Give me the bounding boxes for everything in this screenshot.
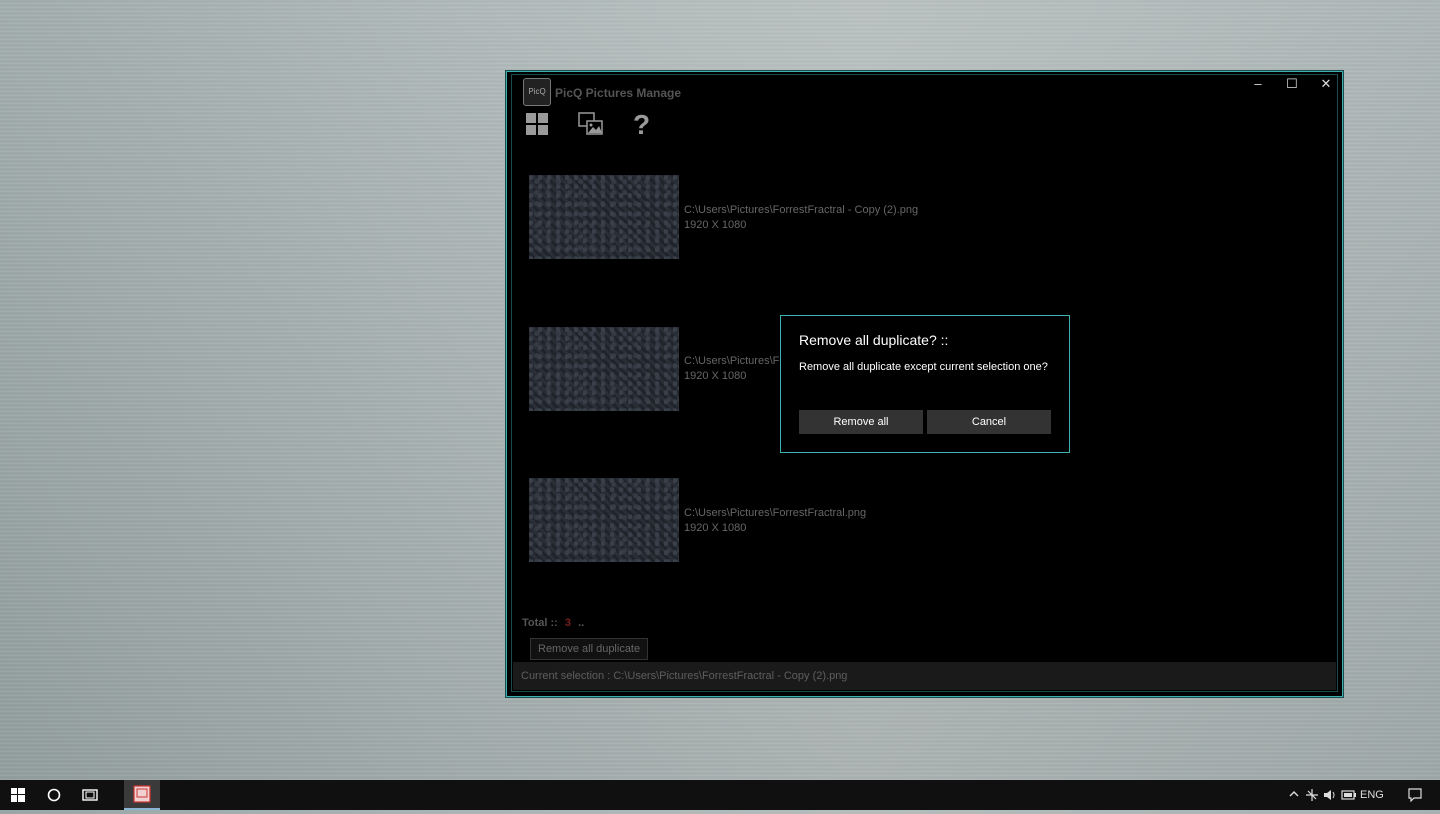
dialog-title: Remove all duplicate? ::	[799, 332, 949, 348]
taskbar-app-picq[interactable]	[124, 780, 160, 810]
total-label: Total ::	[522, 617, 558, 629]
item-path: C:\Users\Pictures\ForrestFractral - Copy…	[684, 204, 919, 216]
search-icon[interactable]	[36, 780, 72, 810]
total-count: Total :: 3 ..	[522, 617, 584, 629]
confirm-dialog: Remove all duplicate? :: Remove all dupl…	[780, 315, 1070, 453]
list-item[interactable]: C:\Users\Pictures\ForrestFractral.png 19…	[684, 506, 866, 536]
maximize-button[interactable]: ☐	[1275, 74, 1309, 94]
dialog-message: Remove all duplicate except current sele…	[799, 361, 1048, 373]
item-path: C:\Users\Pictures\ForrestFractral.png	[684, 507, 867, 519]
item-size: 1920 X 1080	[684, 370, 747, 382]
help-icon[interactable]: ?	[633, 111, 659, 139]
start-button[interactable]	[0, 780, 36, 810]
cancel-button[interactable]: Cancel	[927, 410, 1051, 434]
item-size: 1920 X 1080	[684, 522, 747, 534]
remove-all-duplicate-button[interactable]: Remove all duplicate	[530, 638, 649, 660]
total-value: 3	[564, 617, 572, 629]
task-view-icon[interactable]	[72, 780, 108, 810]
thumbnail-image[interactable]	[529, 478, 679, 562]
minimize-button[interactable]: –	[1241, 74, 1275, 94]
app-title: PicQ Pictures Manage	[555, 86, 682, 100]
grid-icon[interactable]	[525, 112, 551, 138]
list-item[interactable]: C:\Users\Pictures\ForrestFractral - Copy…	[684, 203, 918, 233]
total-suffix: ..	[578, 617, 585, 629]
list-item[interactable]: C:\Users\Pictures\Fo 1920 X 1080	[684, 354, 785, 384]
app-logo-icon: PicQ	[523, 78, 551, 106]
thumbnail-image[interactable]	[529, 175, 679, 259]
item-size: 1920 X 1080	[684, 219, 747, 231]
status-bar: Current selection : C:\Users\Pictures\Fo…	[513, 662, 1336, 690]
language-indicator[interactable]: ENG	[1360, 780, 1384, 810]
pictures-compare-icon[interactable]	[578, 112, 604, 138]
remove-all-button[interactable]: Remove all	[799, 410, 923, 434]
title-bar[interactable]: PicQ PicQ Pictures Manage – ☐ ✕	[507, 72, 1342, 112]
thumbnail-image[interactable]	[529, 327, 679, 411]
item-path: C:\Users\Pictures\Fo	[684, 355, 786, 367]
close-button[interactable]: ✕	[1309, 74, 1343, 94]
taskbar: ENG	[0, 780, 1440, 810]
battery-icon[interactable]	[1340, 780, 1358, 810]
volume-icon[interactable]	[1322, 780, 1338, 810]
notifications-icon[interactable]	[1404, 780, 1426, 810]
chevron-up-icon[interactable]	[1286, 780, 1302, 810]
network-icon[interactable]	[1304, 780, 1320, 810]
